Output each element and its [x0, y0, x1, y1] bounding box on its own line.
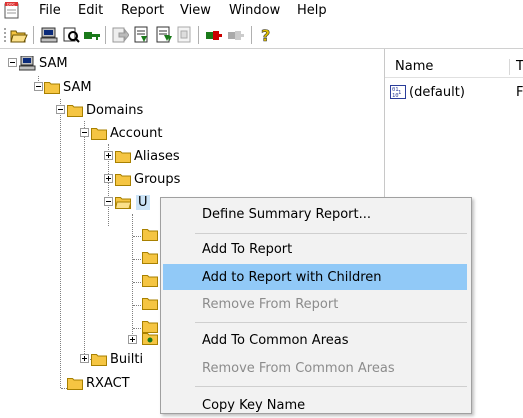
report-children-icon[interactable] — [155, 26, 173, 44]
tree-label: SAM — [39, 55, 68, 71]
key-icon[interactable] — [83, 26, 101, 44]
folder-icon — [91, 353, 107, 366]
toolbar-separator — [105, 26, 106, 44]
report-icon[interactable] — [133, 26, 151, 44]
list-header: Name T — [385, 57, 523, 78]
folder-icon[interactable] — [142, 228, 158, 241]
tree-node-users[interactable]: U — [115, 192, 150, 212]
computer-icon — [19, 55, 36, 70]
menu-edit[interactable]: Edit — [78, 3, 103, 19]
folder-icon[interactable] — [142, 251, 158, 264]
plug-disabled-icon[interactable] — [227, 26, 245, 44]
collapse-toggle[interactable] — [56, 105, 65, 114]
tree-connector — [84, 121, 85, 358]
tree-connector — [60, 99, 61, 388]
svg-text:1: 1 — [398, 90, 401, 96]
menu-item-define-summary-report[interactable]: Define Summary Report... — [163, 201, 467, 227]
disabled-report-icon[interactable] — [176, 26, 194, 44]
tree-node-sam[interactable]: SAM — [44, 77, 92, 97]
tree-node-account[interactable]: Account — [91, 123, 163, 143]
toolbar-separator — [251, 26, 252, 44]
list-item[interactable]: 01 10 1 (default) F — [390, 82, 523, 102]
folder-icon[interactable] — [142, 297, 158, 310]
expand-toggle[interactable] — [104, 174, 113, 183]
folder-icon — [115, 173, 131, 186]
folder-icon — [67, 377, 83, 390]
tree-node-builtin[interactable]: Builti — [91, 349, 143, 369]
help-icon[interactable]: ? — [257, 26, 275, 44]
menu-window[interactable]: Window — [229, 3, 280, 19]
toolbar-grip — [4, 28, 6, 42]
registry-value-icon: 01 10 1 — [390, 85, 406, 99]
column-header-name[interactable]: Name — [395, 59, 433, 74]
tree-node-rxact[interactable]: RXACT — [67, 373, 130, 393]
tree-node-aliases[interactable]: Aliases — [115, 146, 180, 166]
list-item-type: F — [516, 84, 523, 100]
open-folder-icon — [115, 196, 131, 209]
folder-icon — [115, 150, 131, 163]
tree-node-root[interactable]: SAM — [19, 53, 68, 73]
menu-item-remove-from-report[interactable]: Remove From Report — [163, 291, 467, 317]
menu-view[interactable]: View — [180, 3, 211, 19]
menu-bar: DOC File Edit Report View Window Help — [0, 0, 523, 22]
open-icon[interactable] — [10, 26, 28, 44]
expand-toggle[interactable] — [104, 151, 113, 160]
menu-help[interactable]: Help — [297, 3, 327, 19]
svg-text:DOC: DOC — [7, 3, 15, 7]
column-header-type[interactable]: T — [516, 59, 523, 74]
find-icon[interactable] — [62, 26, 80, 44]
app-icon: DOC — [4, 2, 19, 19]
collapse-toggle[interactable] — [104, 197, 113, 206]
folder-key-icon[interactable] — [142, 332, 158, 345]
collapse-toggle[interactable] — [34, 82, 43, 91]
folder-icon[interactable] — [142, 274, 158, 287]
menu-file[interactable]: File — [39, 3, 61, 19]
context-menu: Define Summary Report... Add To Report A… — [160, 197, 472, 414]
expand-toggle[interactable] — [128, 335, 137, 344]
menu-item-add-to-report[interactable]: Add To Report — [163, 236, 467, 262]
plug-icon[interactable] — [205, 26, 223, 44]
tree-connector — [132, 214, 133, 340]
toolbar-separator — [33, 26, 34, 44]
svg-text:?: ? — [261, 26, 270, 44]
menu-item-add-to-common-areas[interactable]: Add To Common Areas — [163, 327, 467, 353]
collapse-toggle[interactable] — [80, 128, 89, 137]
tree-node-domains[interactable]: Domains — [67, 100, 143, 120]
list-item-name: (default) — [409, 84, 465, 100]
menu-separator — [195, 233, 467, 234]
tree-node-groups[interactable]: Groups — [115, 169, 180, 189]
folder-icon — [44, 81, 60, 94]
column-separator[interactable] — [509, 59, 510, 75]
menu-report[interactable]: Report — [121, 3, 164, 19]
export-icon[interactable] — [111, 26, 129, 44]
expand-toggle[interactable] — [80, 354, 89, 363]
folder-icon — [91, 127, 107, 140]
menu-separator — [195, 386, 467, 387]
folder-icon — [67, 104, 83, 117]
menu-separator — [195, 322, 467, 323]
menu-item-add-to-report-with-children[interactable]: Add to Report with Children — [163, 264, 467, 290]
collapse-toggle[interactable] — [8, 58, 17, 67]
menu-item-remove-from-common-areas[interactable]: Remove From Common Areas — [163, 355, 467, 381]
toolbar-separator — [198, 26, 199, 44]
computer-icon[interactable] — [40, 26, 58, 44]
menu-item-copy-key-name[interactable]: Copy Key Name — [163, 392, 467, 418]
toolbar: ? — [0, 22, 523, 49]
